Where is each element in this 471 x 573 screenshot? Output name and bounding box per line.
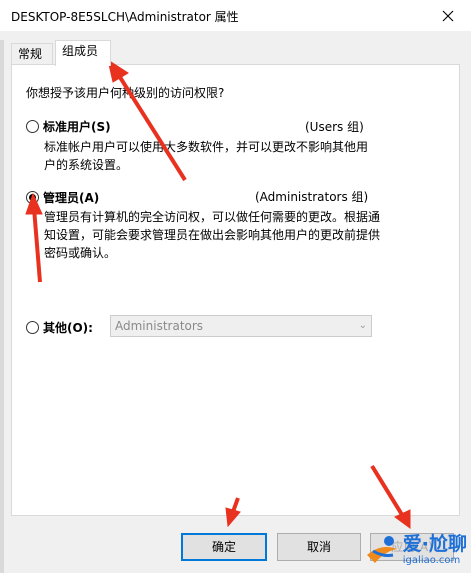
radio-administrator[interactable] [26,191,39,204]
tab-panel: 你想授予该用户何种级别的访问权限? 标准用户(S) (Users 组) 标准帐户… [11,64,460,516]
watermark-logo-icon [366,536,397,563]
watermark-url: igaliao.com [402,554,461,566]
properties-dialog: DESKTOP-8E5SLCH\Administrator 属性 常规 组成员 … [0,0,471,573]
watermark: 爱·尬聊 igaliao.com [363,533,467,567]
option-admin-desc: 管理员有计算机的完全访问权，可以做任何需要的更改。根据通知设置，可能会要求管理员… [44,210,381,260]
radio-other[interactable] [26,321,39,334]
background-strip [0,40,4,573]
chevron-down-icon: ⌄ [358,320,367,331]
other-group-value: Administrators [115,319,204,333]
radio-standard-user[interactable] [26,120,39,133]
tab-label: 常规 [18,47,43,61]
tab-membership[interactable]: 组成员 [55,40,111,66]
option-admin-label[interactable]: 管理员(A) [43,189,99,206]
option-other-label[interactable]: 其他(O): [43,319,93,336]
window-title: DESKTOP-8E5SLCH\Administrator 属性 [11,10,239,24]
option-admin-group: (Administrators 组) [255,190,369,204]
close-icon [442,10,454,21]
ok-button[interactable]: 确定 [181,533,267,561]
option-standard-group: (Users 组) [305,120,364,134]
other-group-select[interactable]: Administrators ⌄ [110,315,372,337]
option-standard-label[interactable]: 标准用户(S) [43,118,111,135]
tab-general[interactable]: 常规 [11,43,53,64]
close-button[interactable] [425,0,471,31]
cancel-button[interactable]: 取消 [277,533,361,561]
watermark-text: 爱·尬聊 [402,533,467,556]
tab-label: 组成员 [62,44,99,58]
access-question: 你想授予该用户何种级别的访问权限? [26,86,225,100]
title-bar: DESKTOP-8E5SLCH\Administrator 属性 [0,0,471,31]
option-standard-desc: 标准帐户用户可以使用大多数软件，并可以更改不影响其他用户的系统设置。 [44,140,369,172]
